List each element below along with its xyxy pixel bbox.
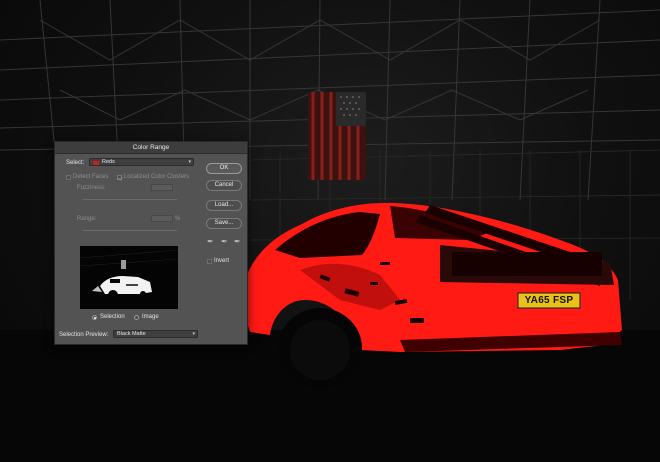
radio-image[interactable] [134, 315, 139, 320]
range-unit: % [175, 216, 181, 222]
color-range-dialog: Color Range Select: Reds ▾ Detect Faces … [54, 141, 248, 345]
range-slider[interactable] [83, 230, 177, 231]
ok-button[interactable]: OK [206, 163, 242, 174]
localized-clusters-label: Localized Color Clusters [124, 174, 190, 180]
mask-image [80, 246, 178, 309]
save-button[interactable]: Save... [206, 218, 242, 229]
color-swatch [93, 160, 99, 165]
cancel-button[interactable]: Cancel [206, 180, 242, 191]
detect-faces-label: Detect Faces [73, 174, 109, 180]
radio-selection[interactable] [92, 315, 97, 320]
fuzziness-label: Fuzziness: [77, 185, 106, 191]
flag [308, 92, 366, 180]
radio-image-label: Image [142, 314, 159, 320]
selection-preview-thumbnail [80, 246, 178, 309]
selection-preview-label: Selection Preview: [59, 332, 109, 338]
range-field[interactable] [151, 215, 173, 222]
localized-clusters-checkbox[interactable] [117, 175, 122, 180]
license-plate-text: YA65 FSP [524, 295, 574, 306]
chevron-down-icon: ▾ [192, 331, 195, 337]
invert-checkbox[interactable] [207, 259, 212, 264]
detect-faces-checkbox[interactable] [66, 175, 71, 180]
eyedropper-icon[interactable]: ✒ [207, 238, 214, 246]
eyedropper-plus-icon[interactable]: ✒ [221, 238, 228, 246]
chevron-down-icon: ▾ [188, 159, 191, 165]
selection-preview-dropdown[interactable]: Black Matte ▾ [113, 330, 198, 338]
selection-preview-value: Black Matte [117, 331, 146, 337]
range-label: Range: [77, 216, 97, 222]
eyedropper-minus-icon[interactable]: ✒ [234, 238, 241, 246]
dialog-title: Color Range [55, 142, 247, 154]
select-value: Reds [102, 159, 115, 165]
select-label: Select: [66, 160, 85, 166]
invert-label: Invert [214, 258, 230, 264]
fuzziness-slider[interactable] [83, 199, 177, 200]
fuzziness-field[interactable] [151, 184, 173, 191]
load-button[interactable]: Load... [206, 200, 242, 211]
select-dropdown[interactable]: Reds ▾ [89, 158, 194, 166]
radio-selection-label: Selection [100, 314, 125, 320]
